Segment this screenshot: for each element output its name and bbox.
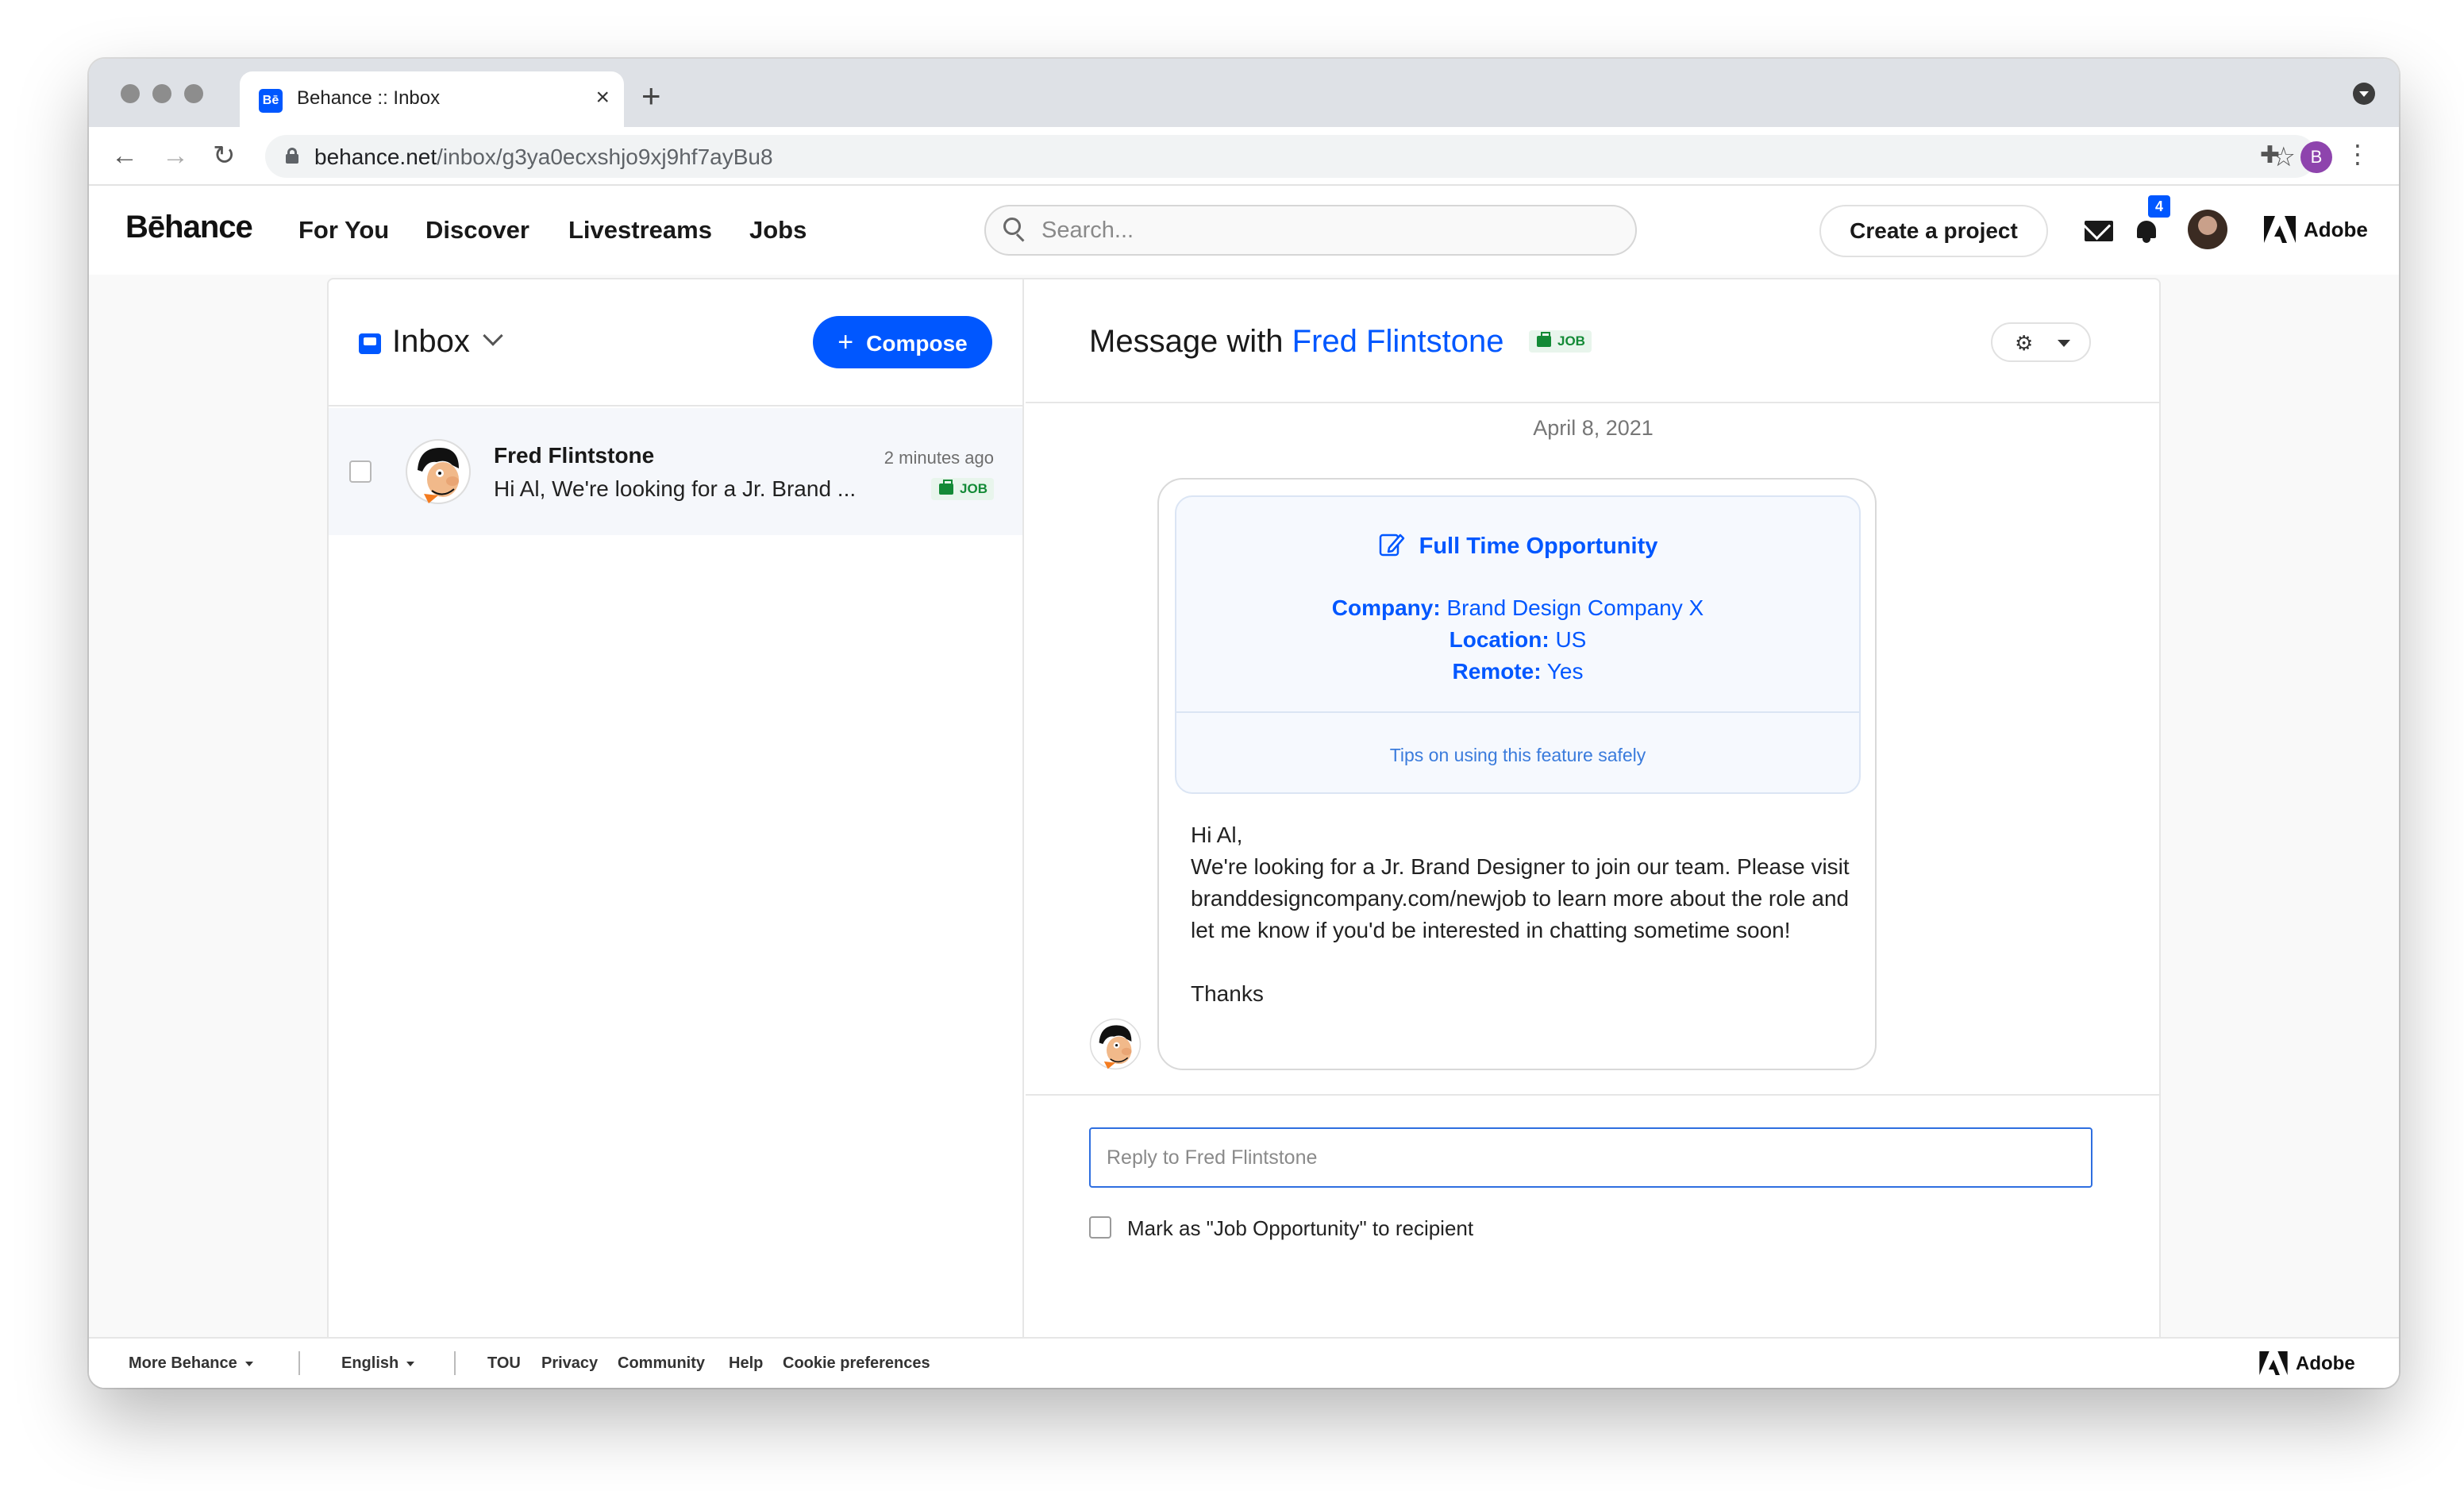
footer-adobe-label: Adobe [2296, 1353, 2355, 1374]
gear-icon: ⚙ [2015, 331, 2034, 355]
inbox-tray-icon [359, 333, 381, 354]
language-dropdown[interactable]: English [341, 1354, 414, 1373]
notification-bell-icon[interactable] [2135, 218, 2158, 245]
maximize-window-button[interactable] [184, 84, 203, 103]
job-badge: JOB [1529, 330, 1592, 353]
browser-window: Bē Behance :: Inbox × + ← → ↻ behance.ne… [89, 59, 2399, 1388]
nav-jobs[interactable]: Jobs [749, 216, 807, 245]
message-bubble: Full Time Opportunity Company: Brand Des… [1157, 478, 1877, 1070]
company-line: Company: Brand Design Company X [1331, 595, 1704, 620]
thread-checkbox[interactable] [349, 460, 372, 483]
extensions-puzzle-icon[interactable]: ✚ [2260, 141, 2280, 169]
mail-icon[interactable] [2085, 221, 2113, 241]
close-window-button[interactable] [121, 84, 140, 103]
nav-discover[interactable]: Discover [425, 216, 529, 245]
footer-link-cookies[interactable]: Cookie preferences [783, 1354, 930, 1373]
conversation-header: Message with Fred Flintstone JOB ⚙ [1026, 279, 2161, 403]
create-project-button[interactable]: Create a project [1819, 205, 2048, 257]
briefcase-icon [1537, 332, 1551, 347]
profile-avatar[interactable]: B [2300, 141, 2332, 173]
new-tab-icon[interactable]: + [641, 79, 661, 113]
reply-input[interactable] [1089, 1127, 2092, 1188]
search-input[interactable] [1041, 214, 1613, 246]
site-header: Bēhance For You Discover Livestreams Job… [89, 186, 2399, 275]
forward-arrow-icon[interactable]: → [162, 140, 189, 171]
message-date: April 8, 2021 [1533, 416, 1654, 440]
tab-title: Behance :: Inbox [297, 87, 441, 109]
adobe-logo-icon [2264, 216, 2296, 243]
behance-favicon-icon: Bē [259, 89, 283, 113]
browser-toolbar: ← → ↻ behance.net/inbox/g3ya0ecxshjo9xj9… [89, 127, 2399, 186]
job-badge: JOB [931, 478, 994, 500]
lock-icon [286, 148, 298, 164]
conversation-title: Message with Fred Flintstone [1089, 324, 1504, 359]
footer-link-help[interactable]: Help [729, 1354, 763, 1373]
remote-line: Remote: Yes [1452, 659, 1584, 684]
minimize-window-button[interactable] [152, 84, 171, 103]
thread-timestamp: 2 minutes ago [884, 448, 994, 468]
compose-label: Compose [866, 331, 968, 356]
nav-for-you[interactable]: For You [298, 216, 389, 245]
search-icon [1003, 218, 1026, 242]
more-behance-dropdown[interactable]: More Behance [129, 1354, 253, 1373]
nav-livestreams[interactable]: Livestreams [568, 216, 712, 245]
edit-form-icon [1379, 534, 1404, 557]
back-arrow-icon[interactable]: ← [111, 140, 138, 171]
safety-tips-link[interactable]: Tips on using this feature safely [1176, 745, 1859, 766]
mark-job-label[interactable]: Mark as "Job Opportunity" to recipient [1127, 1216, 1473, 1241]
footer-link-privacy[interactable]: Privacy [541, 1354, 598, 1373]
close-tab-icon[interactable]: × [595, 86, 610, 110]
url-text: behance.net/inbox/g3ya0ecxshjo9xj9hf7ayB… [314, 144, 773, 169]
footer-divider [454, 1351, 456, 1375]
thread-sender-name: Fred Flintstone [494, 443, 655, 468]
conversation-settings-button[interactable]: ⚙ [1991, 322, 2091, 362]
thread-item[interactable]: Fred Flintstone 2 minutes ago Hi Al, We'… [329, 408, 1022, 535]
job-opportunity-card: Full Time Opportunity Company: Brand Des… [1175, 495, 1861, 794]
notification-count-badge: 4 [2148, 195, 2170, 218]
inbox-title[interactable]: Inbox [392, 324, 470, 360]
footer-link-tou[interactable]: TOU [487, 1354, 521, 1373]
thread-list-column: Inbox + Compose Fred Flintstone 2 minute… [329, 279, 1024, 1386]
adobe-logo-icon [2259, 1351, 2288, 1375]
user-avatar[interactable] [2188, 210, 2227, 249]
inbox-header: Inbox + Compose [329, 279, 1022, 406]
location-line: Location: US [1449, 627, 1587, 652]
briefcase-icon [939, 480, 954, 495]
caret-down-icon [2058, 340, 2070, 347]
tab-strip: Bē Behance :: Inbox × + [89, 59, 2399, 127]
footer-divider [298, 1351, 300, 1375]
fred-avatar [406, 439, 471, 504]
sender-avatar [1089, 1018, 1142, 1070]
mark-job-checkbox[interactable] [1089, 1216, 1111, 1239]
thread-preview: Hi Al, We're looking for a Jr. Brand ... [494, 476, 857, 501]
compose-button[interactable]: + Compose [813, 316, 992, 368]
footer-link-community[interactable]: Community [618, 1354, 705, 1373]
footer-adobe-link[interactable]: Adobe [2259, 1350, 2362, 1378]
plus-icon: + [837, 327, 854, 357]
browser-menu-icon[interactable]: ⋮ [2345, 138, 2370, 170]
tab-search-icon[interactable] [2353, 83, 2375, 105]
search-box [984, 205, 1637, 256]
inbox-panel: Inbox + Compose Fred Flintstone 2 minute… [327, 278, 2161, 1388]
adobe-label: Adobe [2304, 218, 2368, 241]
behance-site: Bēhance For You Discover Livestreams Job… [89, 186, 2399, 1388]
conversation-column: Message with Fred Flintstone JOB ⚙ April… [1026, 279, 2161, 1386]
opportunity-title: Full Time Opportunity [1176, 534, 1859, 560]
contact-link[interactable]: Fred Flintstone [1292, 324, 1504, 359]
behance-logo[interactable]: Bēhance [125, 210, 253, 245]
browser-tab[interactable]: Bē Behance :: Inbox × [240, 71, 624, 127]
address-bar[interactable]: behance.net/inbox/g3ya0ecxshjo9xj9hf7ayB… [265, 135, 2316, 178]
message-text: Hi Al, We're looking for a Jr. Brand Des… [1191, 823, 1850, 1006]
chevron-down-icon[interactable] [483, 326, 503, 346]
reload-icon[interactable]: ↻ [213, 140, 236, 171]
site-footer: More Behance English TOU Privacy Communi… [89, 1337, 2399, 1388]
